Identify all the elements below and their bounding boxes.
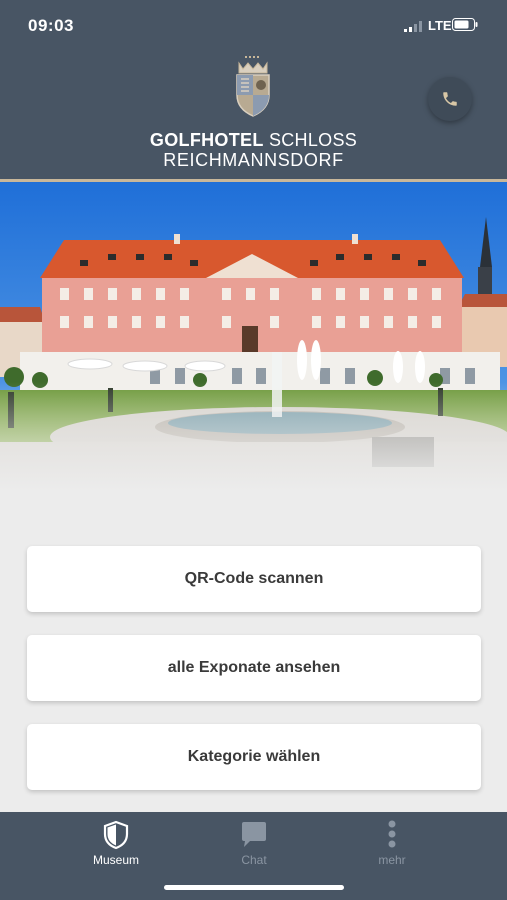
- hotel-crest-logo: [236, 56, 270, 117]
- tab-label-more: mehr: [378, 853, 406, 867]
- call-button[interactable]: [428, 77, 472, 121]
- phone-icon: [443, 92, 457, 106]
- tab-chat[interactable]: Chat: [194, 812, 314, 882]
- status-time: 09:03: [28, 16, 74, 35]
- hero-castle-image: [0, 182, 507, 492]
- tab-label-chat: Chat: [241, 853, 267, 867]
- scan-qr-code-button[interactable]: QR-Code scannen: [27, 546, 481, 612]
- view-all-exhibits-button[interactable]: alle Exponate ansehen: [27, 635, 481, 701]
- chat-bubble-icon: [242, 822, 266, 847]
- tab-museum[interactable]: Museum: [56, 812, 176, 882]
- brand-name: GOLFHOTEL SCHLOSS: [149, 130, 358, 150]
- battery-icon: [452, 18, 478, 31]
- more-dots-icon: [388, 820, 396, 848]
- home-indicator[interactable]: [164, 885, 344, 890]
- signal-strength-icon: [404, 21, 422, 32]
- status-bar: 09:03 LTE: [0, 0, 507, 52]
- brand-location: REICHMANNSDORF: [163, 150, 344, 170]
- tab-label-museum: Museum: [92, 853, 139, 867]
- app-header: 09:03 LTE GOLFHOTEL SCHLOSS REICHMANNSDO…: [0, 0, 507, 179]
- choose-category-button[interactable]: Kategorie wählen: [27, 724, 481, 790]
- tab-more[interactable]: mehr: [332, 812, 452, 882]
- network-type: LTE: [428, 18, 452, 33]
- shield-icon: [103, 820, 129, 850]
